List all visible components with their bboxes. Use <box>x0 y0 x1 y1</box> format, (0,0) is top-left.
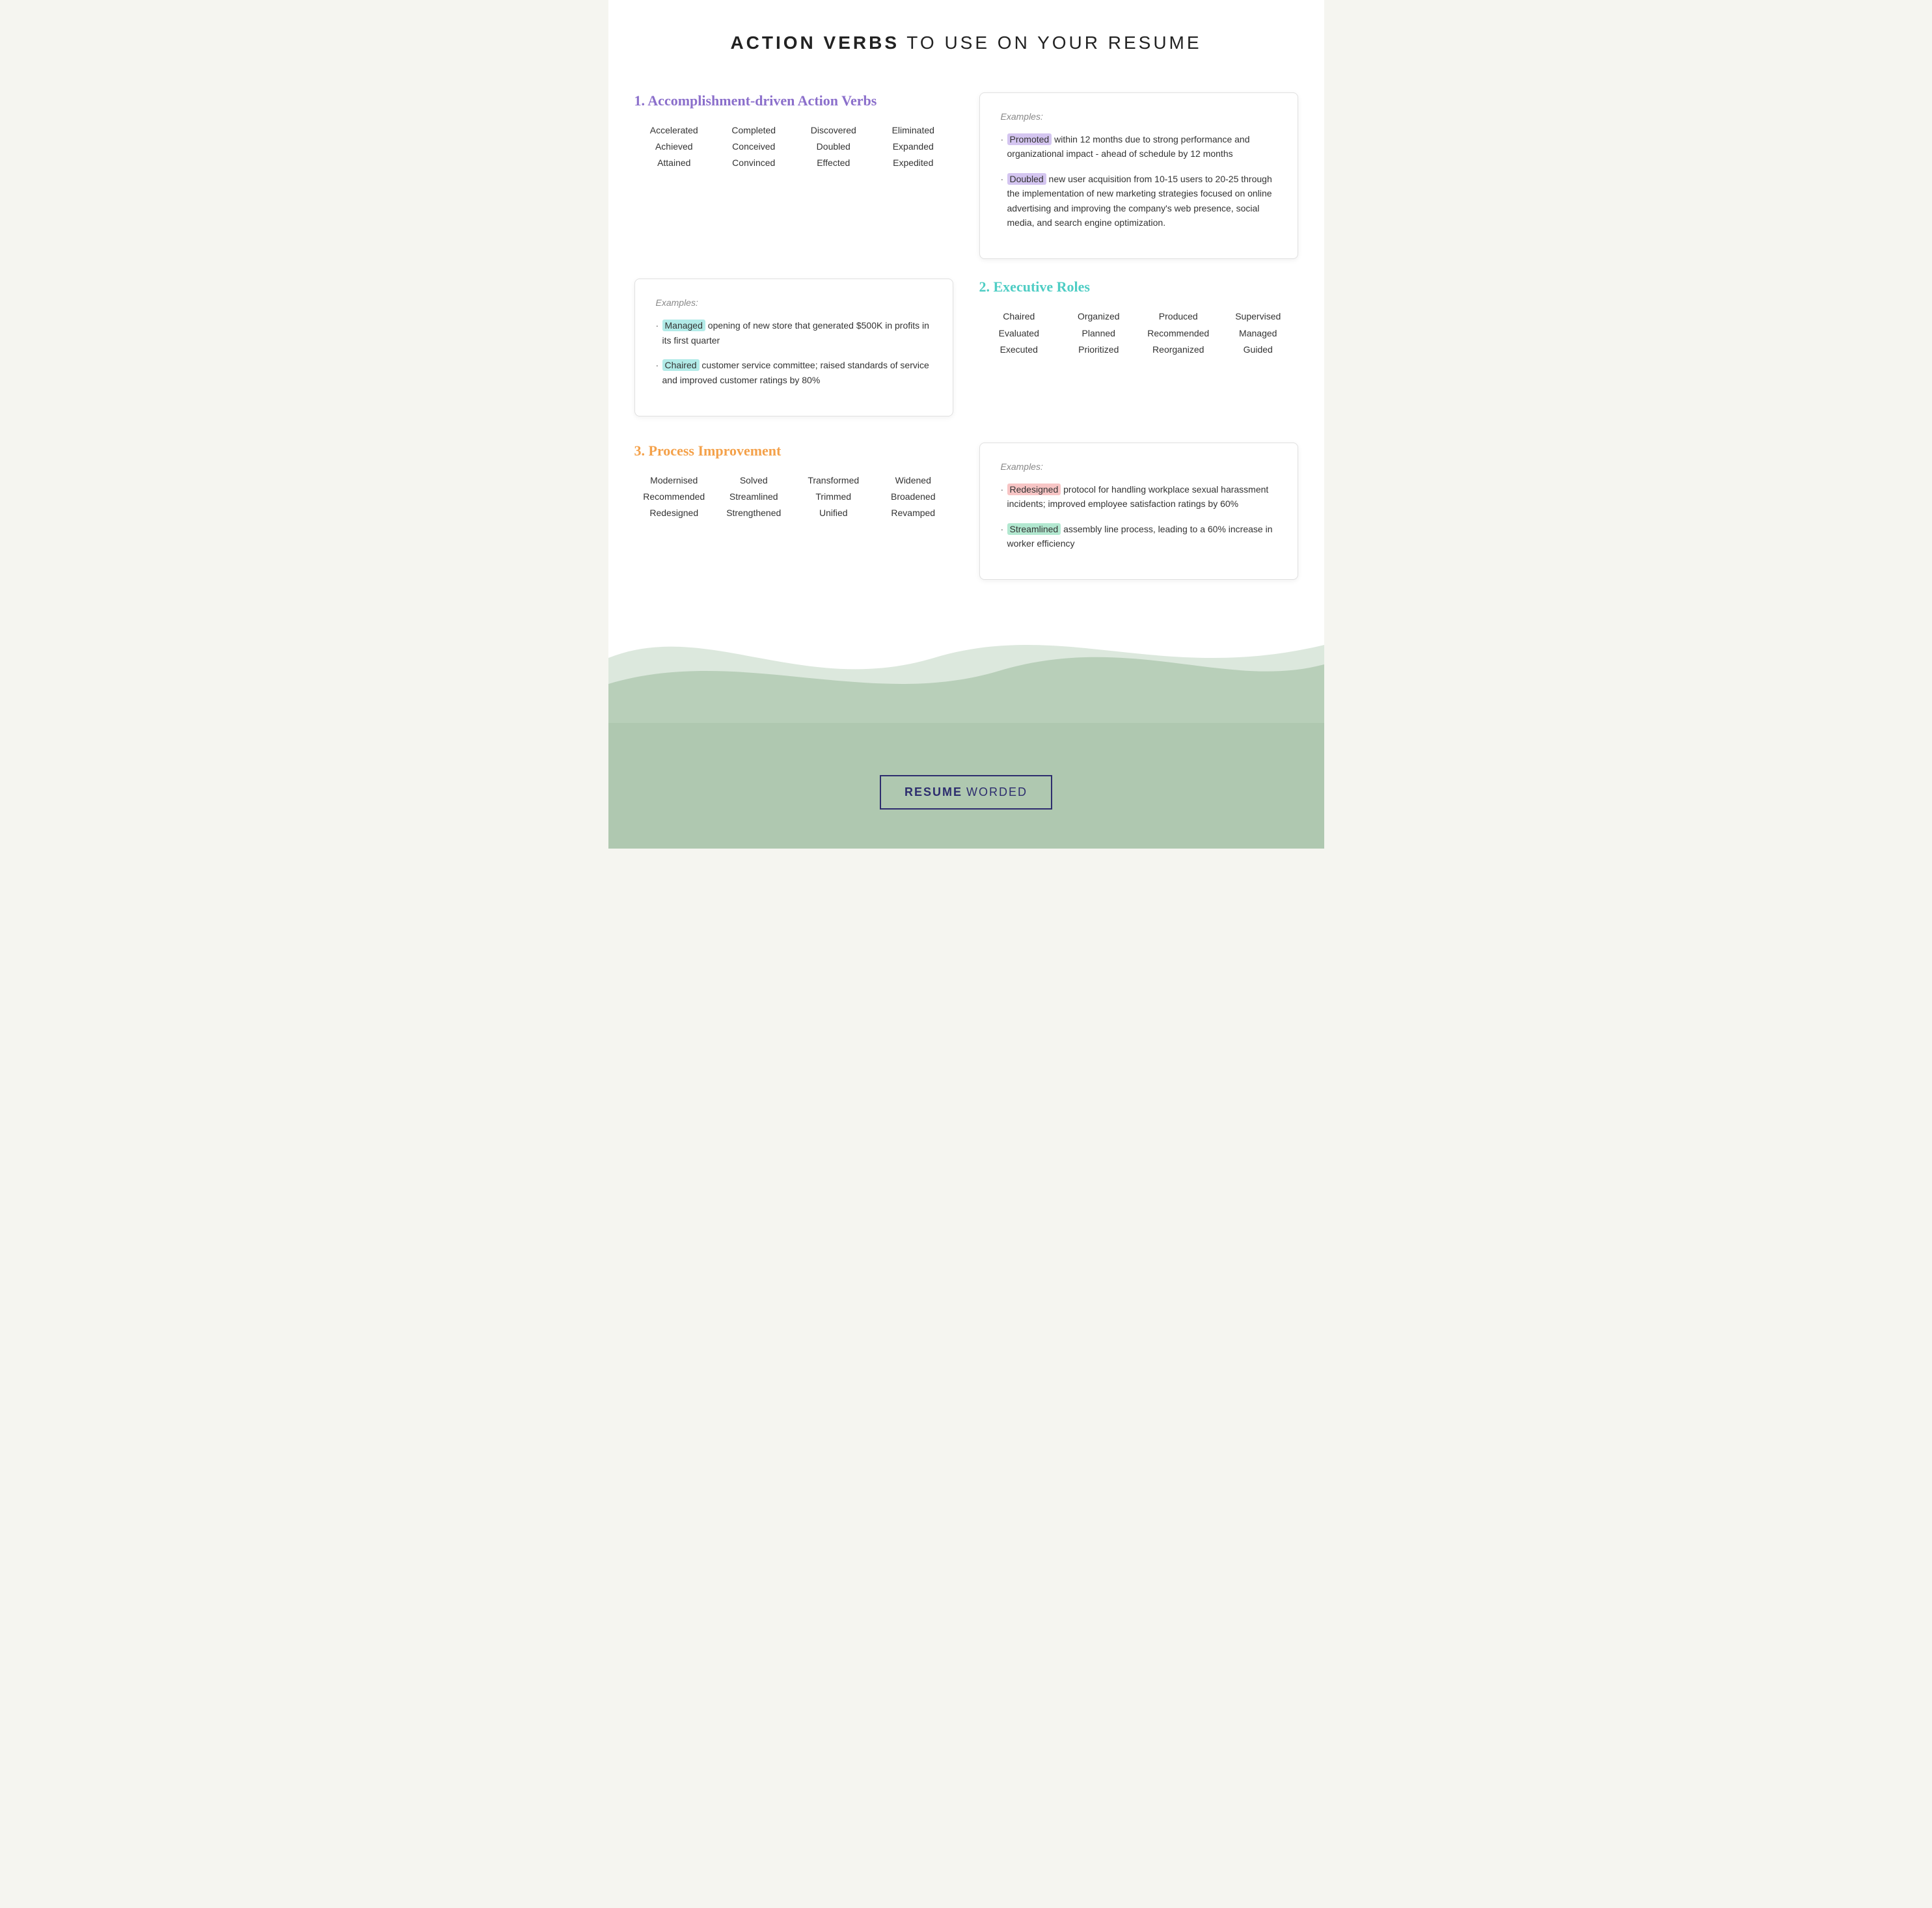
section3-verb-col-1: Modernised Recommended Redesigned <box>634 472 714 522</box>
section2-verb-col-2: Organized Planned Prioritized <box>1059 308 1139 358</box>
section3-left: 3. Process Improvement Modernised Recomm… <box>634 443 953 522</box>
brand-worded: WORDED <box>966 785 1027 799</box>
section1-example-2: Doubled new user acquisition from 10-15 … <box>1001 172 1277 230</box>
section2-verb-col-4: Supervised Managed Guided <box>1218 308 1298 358</box>
section3-example-2: Streamlined assembly line process, leadi… <box>1001 522 1277 551</box>
section2-right: 2. Executive Roles Chaired Evaluated Exe… <box>979 279 1298 358</box>
section3-verb-col-4: Widened Broadened Revamped <box>873 472 953 522</box>
section1-left-example-2: Chaired customer service committee; rais… <box>656 358 932 387</box>
brand-box: RESUME WORDED <box>880 775 1052 810</box>
section3-verb-grid: Modernised Recommended Redesigned Solved… <box>634 472 953 522</box>
section3-example-label: Examples: <box>1001 461 1277 472</box>
section3-verb-col-2: Solved Streamlined Strengthened <box>714 472 794 522</box>
section1-example-card-left: Examples: Managed opening of new store t… <box>634 279 953 416</box>
section1-verb-grid: Accelerated Achieved Attained Completed … <box>634 122 953 172</box>
section1-heading: 1. Accomplishment-driven Action Verbs <box>634 92 953 109</box>
section1-example-1: Promoted within 12 months due to strong … <box>1001 132 1277 161</box>
verb-col-1: Accelerated Achieved Attained <box>634 122 714 172</box>
section2-verb-col-3: Produced Recommended Reorganized <box>1139 308 1219 358</box>
section3-verb-col-3: Transformed Trimmed Unified <box>794 472 874 522</box>
highlight-streamlined: Streamlined <box>1007 523 1061 535</box>
brand-resume: RESUME <box>905 785 962 799</box>
section1-example-card-right: Examples: Promoted within 12 months due … <box>979 92 1298 259</box>
section3-example-1: Redesigned protocol for handling workpla… <box>1001 482 1277 511</box>
footer: RESUME WORDED <box>608 723 1324 849</box>
section2-verb-grid: Chaired Evaluated Executed Organized Pla… <box>979 308 1298 358</box>
section2-verb-col-1: Chaired Evaluated Executed <box>979 308 1059 358</box>
verb-col-4: Eliminated Expanded Expedited <box>873 122 953 172</box>
highlight-managed: Managed <box>662 320 705 331</box>
section1-left: 1. Accomplishment-driven Action Verbs Ac… <box>634 92 953 172</box>
section1-example-label-left: Examples: <box>656 297 932 308</box>
highlight-redesigned: Redesigned <box>1007 484 1061 495</box>
highlight-chaired: Chaired <box>662 359 700 371</box>
section1-example-label-right: Examples: <box>1001 111 1277 122</box>
section1-left-example-1: Managed opening of new store that genera… <box>656 318 932 348</box>
wave-decoration <box>608 606 1324 723</box>
verb-col-3: Discovered Doubled Effected <box>794 122 874 172</box>
page-title: ACTION VERBS TO USE ON YOUR RESUME <box>634 33 1298 53</box>
section3-example-card: Examples: Redesigned protocol for handli… <box>979 443 1298 580</box>
highlight-doubled: Doubled <box>1007 173 1046 185</box>
verb-col-2: Completed Conceived Convinced <box>714 122 794 172</box>
page: ACTION VERBS TO USE ON YOUR RESUME 1. Ac… <box>608 0 1324 849</box>
highlight-promoted: Promoted <box>1007 133 1052 145</box>
section3-heading: 3. Process Improvement <box>634 443 953 459</box>
section2-heading: 2. Executive Roles <box>979 279 1298 295</box>
